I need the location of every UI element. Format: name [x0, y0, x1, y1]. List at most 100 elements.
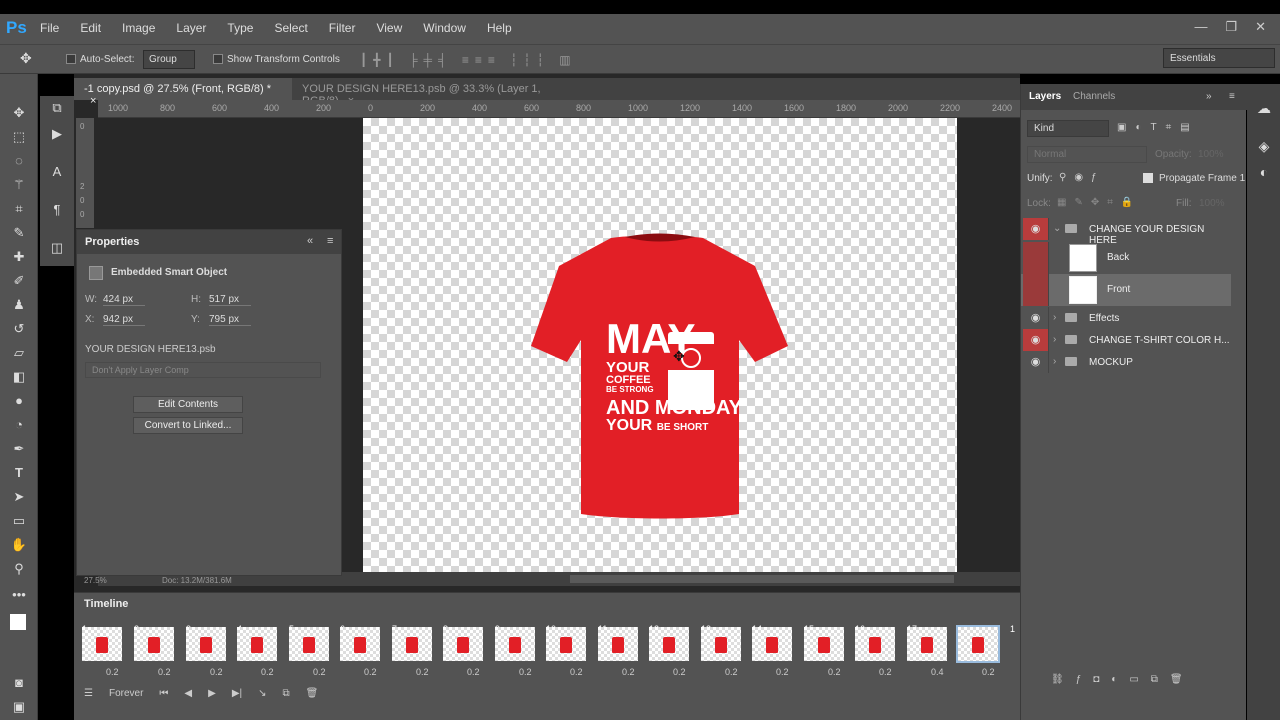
libraries-icon[interactable]: ☁ — [1255, 100, 1273, 118]
group-expand-icon[interactable]: › — [1053, 312, 1056, 323]
visibility-eye-icon[interactable]: ◉ — [1023, 218, 1049, 240]
tab-layers[interactable]: Layers — [1029, 91, 1061, 102]
frame-delay[interactable]: 0.2 — [622, 667, 635, 677]
layers-stack-icon[interactable]: ◈ — [1255, 138, 1273, 156]
opacity-value[interactable]: 100% — [1198, 149, 1224, 160]
layer-row[interactable]: ◉ › MOCKUP — [1021, 351, 1231, 373]
frame-10[interactable]: 100.2 — [544, 623, 588, 679]
menu-image[interactable]: Image — [122, 21, 155, 35]
menu-layer[interactable]: Layer — [176, 21, 206, 35]
frame-9[interactable]: 90.2 — [493, 623, 537, 679]
pen-icon[interactable]: ✒ — [10, 440, 28, 458]
layers-footer-icons[interactable]: ⛓ƒ◘◐▭⧉🗑 — [1021, 674, 1247, 685]
x-value[interactable]: 942 px — [103, 314, 145, 326]
menu-filter[interactable]: Filter — [329, 21, 356, 35]
frame-16[interactable]: 160.2 — [853, 623, 897, 679]
healing-icon[interactable]: ✚ — [10, 248, 28, 266]
delete-frame-icon[interactable]: 🗑 — [306, 688, 319, 699]
loop-dropdown[interactable]: Forever — [109, 688, 143, 699]
frame-13[interactable]: 130.2 — [699, 623, 743, 679]
menu-select[interactable]: Select — [274, 21, 307, 35]
frame-17[interactable]: 170.4 — [905, 623, 949, 679]
marquee-icon[interactable]: ⬚ — [10, 128, 28, 146]
auto-select-checkbox[interactable] — [66, 54, 76, 64]
frame-delay[interactable]: 0.2 — [313, 667, 326, 677]
unify-icons[interactable]: ⚲◉ƒ — [1059, 172, 1105, 183]
layer-row-selected[interactable]: Front — [1021, 274, 1231, 306]
fill-value[interactable]: 100% — [1199, 198, 1225, 209]
layer-row[interactable]: ◉ › Effects — [1021, 307, 1231, 329]
frame-3[interactable]: 30.2 — [184, 623, 228, 679]
frame-delay[interactable]: 0.2 — [158, 667, 171, 677]
frame-2[interactable]: 20.2 — [132, 623, 176, 679]
duplicate-frame-icon[interactable]: ⧉ — [283, 688, 290, 699]
prev-frame-icon[interactable]: ◀ — [184, 688, 192, 699]
group-expand-icon[interactable]: ⌄ — [1053, 223, 1061, 234]
frame-delay[interactable]: 0.2 — [982, 667, 995, 677]
menu-window[interactable]: Window — [423, 21, 466, 35]
eraser-icon[interactable]: ▱ — [10, 344, 28, 362]
restore-button[interactable]: ❐ — [1225, 19, 1237, 35]
frame-15[interactable]: 150.2 — [802, 623, 846, 679]
frame-4[interactable]: 40.2 — [235, 623, 279, 679]
align-icons[interactable]: ┃╋┃ ╞╪╡ ≡≡≡ ┆┆┆ ▥ — [360, 53, 577, 67]
layer-row[interactable]: ◉ ⌄ CHANGE YOUR DESIGN HERE — [1021, 218, 1231, 246]
transform-controls-checkbox[interactable] — [213, 54, 223, 64]
menu-type[interactable]: Type — [227, 21, 253, 35]
screen-mode-icon[interactable]: ▣ — [10, 698, 28, 716]
tab-document-2[interactable]: YOUR DESIGN HERE13.psb @ 33.3% (Layer 1,… — [292, 78, 582, 107]
hand-icon[interactable]: ✋ — [10, 536, 28, 554]
move-icon[interactable]: ✥ — [10, 104, 28, 122]
kind-filter-dropdown[interactable]: Kind — [1027, 120, 1109, 137]
layer-row[interactable]: Back — [1021, 242, 1231, 274]
visibility-eye-icon[interactable] — [1023, 274, 1049, 306]
visibility-eye-icon[interactable]: ◉ — [1023, 329, 1049, 351]
rectangle-icon[interactable]: ▭ — [10, 512, 28, 530]
move-tool-icon[interactable]: ✥ — [20, 50, 32, 67]
frame-delay[interactable]: 0.2 — [467, 667, 480, 677]
visibility-eye-icon[interactable]: ◉ — [1023, 307, 1049, 329]
play-icon[interactable]: ▶ — [208, 688, 216, 699]
tween-icon[interactable]: ↘ — [258, 688, 266, 699]
properties-icon[interactable]: ◫ — [48, 240, 66, 258]
visibility-eye-icon[interactable] — [1023, 242, 1049, 274]
workspace-dropdown[interactable]: Essentials — [1163, 48, 1275, 68]
actions-play-icon[interactable]: ▶ — [48, 126, 66, 144]
menu-help[interactable]: Help — [487, 21, 512, 35]
y-value[interactable]: 795 px — [209, 314, 251, 326]
frame-14[interactable]: 140.2 — [750, 623, 794, 679]
canvas[interactable]: MAY YOUR COFFEE BE STRONG AND MONDAY YOU… — [363, 118, 957, 572]
history-brush-icon[interactable]: ↺ — [10, 320, 28, 338]
close-tab-icon[interactable]: × — [90, 95, 96, 107]
history-icon[interactable]: ⧉ — [48, 100, 66, 118]
frame-delay[interactable]: 0.4 — [931, 667, 944, 677]
zoom-icon[interactable]: ⚲ — [10, 560, 28, 578]
frame-11[interactable]: 110.2 — [596, 623, 640, 679]
width-value[interactable]: 424 px — [103, 294, 145, 306]
layer-row[interactable]: ◉ › CHANGE T-SHIRT COLOR H... — [1021, 329, 1231, 351]
close-button[interactable]: ✕ — [1255, 19, 1266, 35]
frame-6[interactable]: 60.2 — [338, 623, 382, 679]
group-expand-icon[interactable]: › — [1053, 334, 1056, 345]
menu-file[interactable]: File — [40, 21, 59, 35]
propagate-checkbox[interactable] — [1143, 173, 1153, 183]
group-expand-icon[interactable]: › — [1053, 356, 1056, 367]
menu-edit[interactable]: Edit — [80, 21, 101, 35]
frame-delay[interactable]: 0.2 — [210, 667, 223, 677]
blend-mode-dropdown[interactable]: Normal — [1027, 146, 1147, 163]
path-select-icon[interactable]: ➤ — [10, 488, 28, 506]
frame-delay[interactable]: 0.2 — [828, 667, 841, 677]
frame-delay[interactable]: 0.2 — [519, 667, 532, 677]
frame-12[interactable]: 120.2 — [647, 623, 691, 679]
tab-channels[interactable]: Channels — [1073, 91, 1115, 102]
lasso-icon[interactable]: ◌ — [10, 152, 28, 170]
paragraph-icon[interactable]: ¶ — [48, 202, 66, 220]
convert-to-linked-button[interactable]: Convert to Linked... — [133, 417, 243, 434]
panel-menu-icon[interactable]: ≡ — [327, 235, 333, 247]
frame-delay[interactable]: 0.2 — [570, 667, 583, 677]
more-tools-icon[interactable]: ••• — [10, 586, 28, 604]
frame-delay[interactable]: 0.2 — [364, 667, 377, 677]
frame-19[interactable]: 1 — [1008, 623, 1020, 679]
layers-menu-icon[interactable]: ≡ — [1229, 91, 1235, 102]
frame-7[interactable]: 70.2 — [390, 623, 434, 679]
